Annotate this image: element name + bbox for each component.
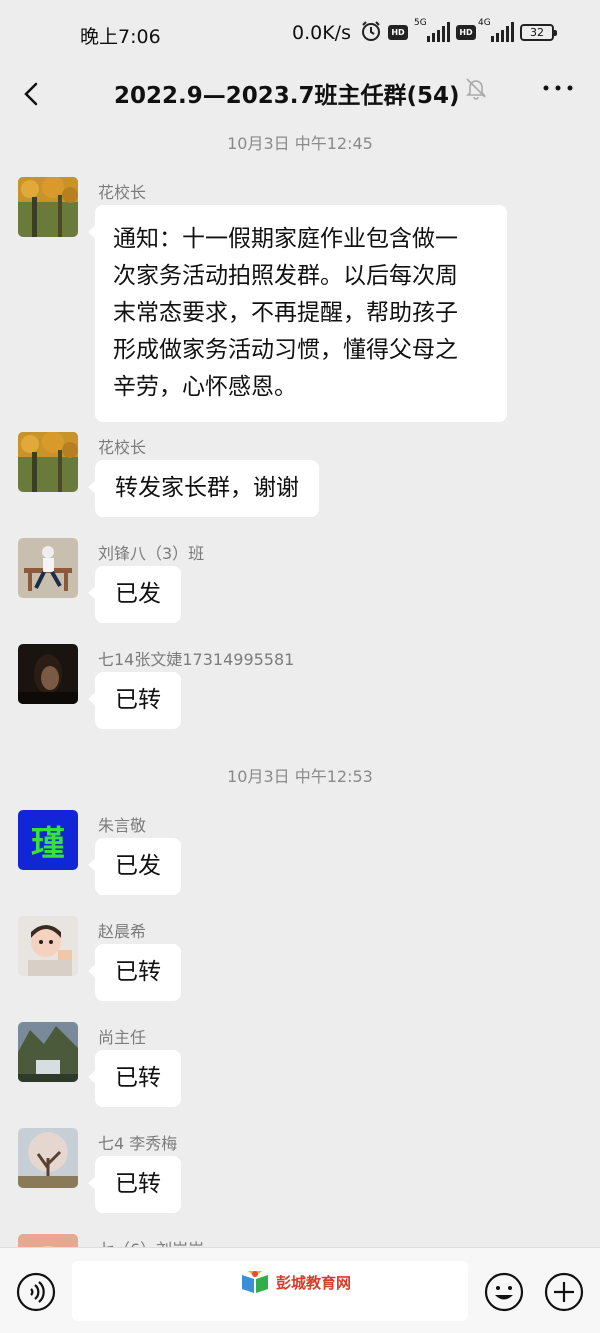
message-bubble[interactable]: 已转: [88, 1156, 181, 1213]
message-text-line: 末常态要求，不再提醒，帮助孩子: [113, 300, 458, 326]
signal-icon: [491, 22, 514, 42]
message-bubble[interactable]: 已发: [88, 838, 181, 895]
sender-name: 尚主任: [98, 1028, 147, 1047]
bell-off-icon: [466, 78, 486, 100]
message-text-line: 形成做家务活动习惯，懂得父母之: [113, 337, 458, 363]
message-text: 转发家长群，谢谢: [115, 475, 299, 501]
network-type-label: 4G: [478, 18, 491, 28]
more-dots-icon[interactable]: [540, 76, 576, 100]
sender-name: 七4 李秀梅: [98, 1134, 178, 1153]
avatar-character: 瑾: [31, 823, 65, 864]
sender-name: 花校长: [98, 183, 147, 202]
timestamp: 10月3日 中午12:53: [227, 767, 373, 786]
hd-badge: HD: [388, 25, 408, 40]
timestamp: 10月3日 中午12:45: [227, 134, 373, 153]
battery-indicator: 32: [520, 24, 557, 41]
sender-name: 刘锋八（3）班: [98, 544, 205, 563]
message-bubble[interactable]: 已转: [88, 672, 181, 729]
message-bubble[interactable]: 转发家长群，谢谢: [88, 460, 319, 517]
message-text-line: 辛劳，心怀感恩。: [113, 374, 297, 400]
sender-name: 七14张文婕17314995581: [98, 650, 295, 669]
avatar[interactable]: [18, 1234, 78, 1247]
sender-name: 朱言敬: [98, 816, 147, 835]
network-type-label: 5G: [414, 18, 427, 28]
avatar[interactable]: [18, 432, 78, 492]
avatar[interactable]: [18, 538, 78, 598]
message-text: 已转: [115, 1171, 161, 1197]
status-time: 晚上7:06: [80, 26, 161, 48]
input-bar: 彭城教育网: [0, 1247, 600, 1333]
sender-name: 花校长: [98, 438, 147, 457]
avatar[interactable]: [18, 177, 78, 237]
avatar[interactable]: [18, 1128, 78, 1188]
status-bar: 晚上7:06 0.0K/s HD 5G HD 4G 32: [0, 0, 600, 66]
message-text: 已转: [115, 1065, 161, 1091]
chevron-left-icon[interactable]: [20, 74, 42, 114]
avatar[interactable]: [18, 916, 78, 976]
book-logo-icon: [242, 1271, 268, 1293]
message-text: 已转: [115, 687, 161, 713]
avatar[interactable]: 瑾: [18, 810, 78, 870]
message-text: 已发: [115, 853, 161, 879]
message-list[interactable]: 10月3日 中午12:45 花校长 通知：十一假期家庭作业包含做一 次家务活动拍…: [0, 122, 600, 1247]
hd-badge: HD: [456, 25, 476, 40]
message-text: 已发: [115, 581, 161, 607]
message-bubble[interactable]: 通知：十一假期家庭作业包含做一 次家务活动拍照发群。以后每次周 末常态要求，不再…: [88, 205, 507, 422]
chat-title[interactable]: 2022.9—2023.7班主任群(54): [114, 76, 460, 110]
alarm-icon: [362, 21, 380, 41]
message-bubble[interactable]: 已发: [88, 566, 181, 623]
message-bubble[interactable]: 已转: [88, 944, 181, 1001]
avatar[interactable]: [18, 644, 78, 704]
chat-header: 2022.9—2023.7班主任群(54): [0, 66, 600, 122]
network-speed: 0.0K/s: [292, 22, 351, 44]
message-bubble[interactable]: 已转: [88, 1050, 181, 1107]
avatar[interactable]: [18, 1022, 78, 1082]
message-text-line: 通知：十一假期家庭作业包含做一: [113, 226, 458, 252]
watermark: 彭城教育网: [240, 1268, 351, 1296]
sender-name: 七（6）刘岩岩: [98, 1236, 204, 1247]
signal-icon: [427, 22, 450, 42]
message-text: 已转: [115, 959, 161, 985]
emoji-icon[interactable]: [484, 1272, 524, 1312]
voice-icon[interactable]: [16, 1272, 56, 1312]
watermark-text: 彭城教育网: [276, 1273, 352, 1292]
message-text-line: 次家务活动拍照发群。以后每次周: [113, 263, 458, 289]
sender-name: 赵晨希: [98, 922, 147, 941]
plus-icon[interactable]: [544, 1272, 584, 1312]
